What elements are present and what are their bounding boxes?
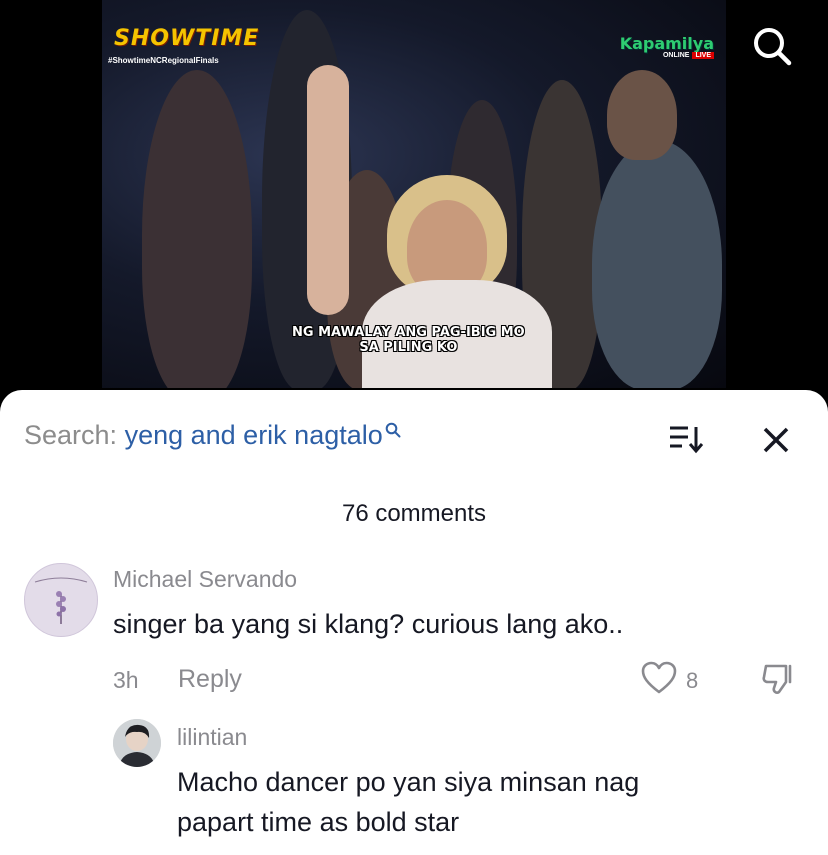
search-icon[interactable] bbox=[750, 24, 794, 68]
video-player[interactable]: SHOWTIME #ShowtimeNCRegionalFinals Kapam… bbox=[0, 0, 828, 410]
like-count: 8 bbox=[686, 668, 699, 693]
online-live-badge: ONLINE LIVE bbox=[663, 52, 714, 59]
subtitle-line: SA PILING KO bbox=[359, 340, 458, 355]
performer-raised-arm bbox=[307, 65, 349, 315]
network-logo: Kapamilya bbox=[619, 34, 714, 53]
online-label: ONLINE bbox=[662, 52, 690, 59]
audience-figure bbox=[142, 70, 252, 388]
showtime-logo: SHOWTIME bbox=[114, 26, 260, 51]
video-frame: SHOWTIME #ShowtimeNCRegionalFinals Kapam… bbox=[102, 0, 726, 388]
sort-icon[interactable] bbox=[668, 424, 704, 454]
search-query-link[interactable]: yeng and erik nagtalo bbox=[125, 420, 383, 450]
dislike-icon[interactable] bbox=[760, 662, 796, 698]
close-icon[interactable] bbox=[760, 424, 792, 456]
search-icon bbox=[385, 422, 401, 438]
user-portrait-icon bbox=[113, 719, 161, 767]
show-hashtag: #ShowtimeNCRegionalFinals bbox=[108, 56, 219, 65]
comment-author[interactable]: Michael Servando bbox=[113, 566, 297, 593]
search-label: Search: bbox=[24, 420, 118, 450]
reply-text-line: Macho dancer po yan siya minsan nag bbox=[177, 767, 640, 797]
audience-figure bbox=[592, 140, 722, 388]
avatar[interactable] bbox=[113, 719, 161, 767]
lavender-flower-icon bbox=[34, 577, 88, 624]
heart-icon[interactable] bbox=[641, 661, 677, 695]
live-label: LIVE bbox=[692, 52, 714, 59]
comment-time: 3h bbox=[113, 667, 139, 693]
reply-text-line: papart time as bold star bbox=[177, 807, 460, 837]
comment-count: 76 comments bbox=[341, 500, 487, 527]
comments-panel: Search: yeng and erik nagtalo 76 comment… bbox=[0, 390, 828, 855]
audience-figure bbox=[607, 70, 677, 160]
comment-text: singer ba yang si klang? curious lang ak… bbox=[113, 609, 624, 639]
reply-author[interactable]: lilintian bbox=[177, 724, 247, 751]
reply-button[interactable]: Reply bbox=[178, 665, 242, 694]
video-subtitle: NG MAWALAY ANG PAG-IBIG MO SA PILING KO bbox=[292, 325, 525, 355]
subtitle-line: NG MAWALAY ANG PAG-IBIG MO bbox=[292, 325, 525, 340]
search-query-bar[interactable]: Search: yeng and erik nagtalo bbox=[24, 420, 401, 451]
avatar[interactable] bbox=[24, 563, 98, 637]
